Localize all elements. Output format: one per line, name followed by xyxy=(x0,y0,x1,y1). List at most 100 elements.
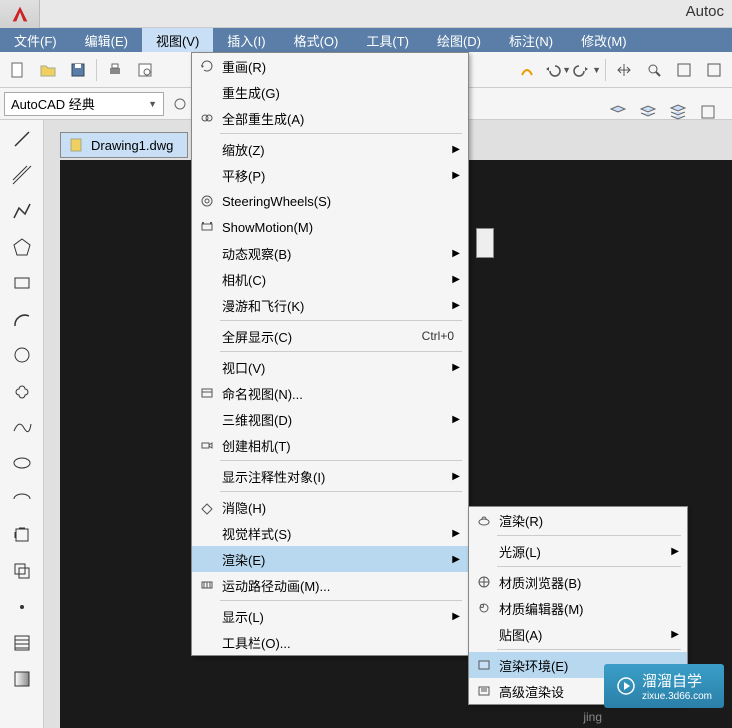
gradient-tool[interactable] xyxy=(7,664,37,694)
separator xyxy=(96,59,97,81)
dwg-icon xyxy=(69,137,85,153)
ellipse-tool[interactable] xyxy=(7,448,37,478)
redo-button[interactable]: ▼ xyxy=(573,61,601,79)
view-menu-dropdown: 重画(R) 重生成(G) 全部重生成(A) 缩放(Z)▶ 平移(P)▶ Stee… xyxy=(191,52,469,656)
submenu-arrow-icon: ▶ xyxy=(452,611,460,622)
menubar: 文件(F) 编辑(E) 视图(V) 插入(I) 格式(O) 工具(T) 绘图(D… xyxy=(0,28,732,52)
drawing-filename: Drawing1.dwg xyxy=(91,138,173,153)
menu-viewports[interactable]: 视口(V)▶ xyxy=(192,354,468,380)
save-button[interactable] xyxy=(64,56,92,84)
toolbar-icon-c[interactable] xyxy=(700,56,728,84)
menu-separator xyxy=(497,566,681,567)
new-button[interactable] xyxy=(4,56,32,84)
submenu-mapping[interactable]: 贴图(A)▶ xyxy=(469,621,687,647)
menu-toolbars[interactable]: 工具栏(O)... xyxy=(192,629,468,655)
undo-button[interactable]: ▼ xyxy=(543,61,571,79)
submenu-render[interactable]: 渲染(R) xyxy=(469,507,687,533)
menu-regen[interactable]: 重生成(G) xyxy=(192,79,468,105)
ellipse-arc-tool[interactable] xyxy=(7,484,37,514)
menu-dimension[interactable]: 标注(N) xyxy=(495,28,567,52)
menu-separator xyxy=(220,320,462,321)
menu-camera[interactable]: 相机(C)▶ xyxy=(192,266,468,292)
workspace-label: AutoCAD 经典 xyxy=(11,94,95,113)
preview-button[interactable] xyxy=(131,56,159,84)
menu-tools[interactable]: 工具(T) xyxy=(352,28,423,52)
submenu-arrow-icon: ▶ xyxy=(452,362,460,373)
menu-annotative-display[interactable]: 显示注释性对象(I)▶ xyxy=(192,463,468,489)
toolbar-icon-a[interactable] xyxy=(513,56,541,84)
submenu-arrow-icon: ▶ xyxy=(452,414,460,425)
titlebar: Autoc xyxy=(0,0,732,28)
menu-draw[interactable]: 绘图(D) xyxy=(423,28,495,52)
menu-walk-fly[interactable]: 漫游和飞行(K)▶ xyxy=(192,292,468,318)
canvas-marker xyxy=(476,228,494,258)
menu-hide[interactable]: 消隐(H) xyxy=(192,494,468,520)
menu-separator xyxy=(497,649,681,650)
dropdown-arrow-icon: ▼ xyxy=(148,99,157,109)
drawing-tab[interactable]: Drawing1.dwg xyxy=(60,132,188,158)
pan-button[interactable] xyxy=(610,56,638,84)
menu-motion-path-animation[interactable]: 运动路径动画(M)... xyxy=(192,572,468,598)
menu-insert[interactable]: 插入(I) xyxy=(213,28,279,52)
menu-named-views[interactable]: 命名视图(N)... xyxy=(192,380,468,406)
construction-line-tool[interactable] xyxy=(7,160,37,190)
revision-cloud-tool[interactable] xyxy=(7,376,37,406)
menu-edit[interactable]: 编辑(E) xyxy=(71,28,142,52)
menu-separator xyxy=(220,133,462,134)
workspace-combo[interactable]: AutoCAD 经典 ▼ xyxy=(4,92,164,116)
insert-block-tool[interactable] xyxy=(7,520,37,550)
toolbar-icon-b[interactable] xyxy=(670,56,698,84)
polygon-tool[interactable] xyxy=(7,232,37,262)
menu-redraw[interactable]: 重画(R) xyxy=(192,53,468,79)
menu-separator xyxy=(220,351,462,352)
submenu-materials-editor[interactable]: 材质编辑器(M) xyxy=(469,595,687,621)
menu-modify[interactable]: 修改(M) xyxy=(567,28,641,52)
app-title: Autoc xyxy=(686,3,724,20)
menu-render[interactable]: 渲染(E)▶ xyxy=(192,546,468,572)
menu-separator xyxy=(220,460,462,461)
arc-tool[interactable] xyxy=(7,304,37,334)
spline-tool[interactable] xyxy=(7,412,37,442)
menu-view[interactable]: 视图(V) xyxy=(142,28,213,52)
menu-visual-styles[interactable]: 视觉样式(S)▶ xyxy=(192,520,468,546)
watermark-site: zixue.3d66.com xyxy=(642,691,712,702)
submenu-materials-browser[interactable]: 材质浏览器(B) xyxy=(469,569,687,595)
jing-text: jing xyxy=(583,710,602,724)
circle-tool[interactable] xyxy=(7,340,37,370)
menu-separator xyxy=(220,600,462,601)
menu-display[interactable]: 显示(L)▶ xyxy=(192,603,468,629)
line-tool[interactable] xyxy=(7,124,37,154)
play-icon xyxy=(616,676,636,696)
menu-separator xyxy=(220,491,462,492)
print-button[interactable] xyxy=(101,56,129,84)
app-logo[interactable] xyxy=(0,0,40,28)
menu-regen-all[interactable]: 全部重生成(A) xyxy=(192,105,468,131)
polyline-tool[interactable] xyxy=(7,196,37,226)
open-button[interactable] xyxy=(34,56,62,84)
side-toolbar xyxy=(0,120,44,728)
menu-steering-wheels[interactable]: SteeringWheels(S) xyxy=(192,188,468,214)
zoom-button[interactable] xyxy=(640,56,668,84)
submenu-arrow-icon: ▶ xyxy=(452,554,460,565)
submenu-arrow-icon: ▶ xyxy=(452,300,460,311)
watermark: 溜溜自学 zixue.3d66.com xyxy=(604,664,724,708)
make-block-tool[interactable] xyxy=(7,556,37,586)
menu-create-camera[interactable]: 创建相机(T) xyxy=(192,432,468,458)
hatch-tool[interactable] xyxy=(7,628,37,658)
menu-3d-views[interactable]: 三维视图(D)▶ xyxy=(192,406,468,432)
menu-pan[interactable]: 平移(P)▶ xyxy=(192,162,468,188)
menu-zoom[interactable]: 缩放(Z)▶ xyxy=(192,136,468,162)
menu-clean-screen[interactable]: 全屏显示(C)Ctrl+0 xyxy=(192,323,468,349)
watermark-brand: 溜溜自学 xyxy=(642,673,702,690)
menu-show-motion[interactable]: ShowMotion(M) xyxy=(192,214,468,240)
workspace-settings-button[interactable] xyxy=(166,90,194,118)
menu-format[interactable]: 格式(O) xyxy=(280,28,353,52)
submenu-arrow-icon: ▶ xyxy=(452,170,460,181)
menu-file[interactable]: 文件(F) xyxy=(0,28,71,52)
point-tool[interactable] xyxy=(7,592,37,622)
submenu-arrow-icon: ▶ xyxy=(671,629,679,640)
submenu-light[interactable]: 光源(L)▶ xyxy=(469,538,687,564)
submenu-arrow-icon: ▶ xyxy=(452,248,460,259)
rectangle-tool[interactable] xyxy=(7,268,37,298)
menu-orbit[interactable]: 动态观察(B)▶ xyxy=(192,240,468,266)
